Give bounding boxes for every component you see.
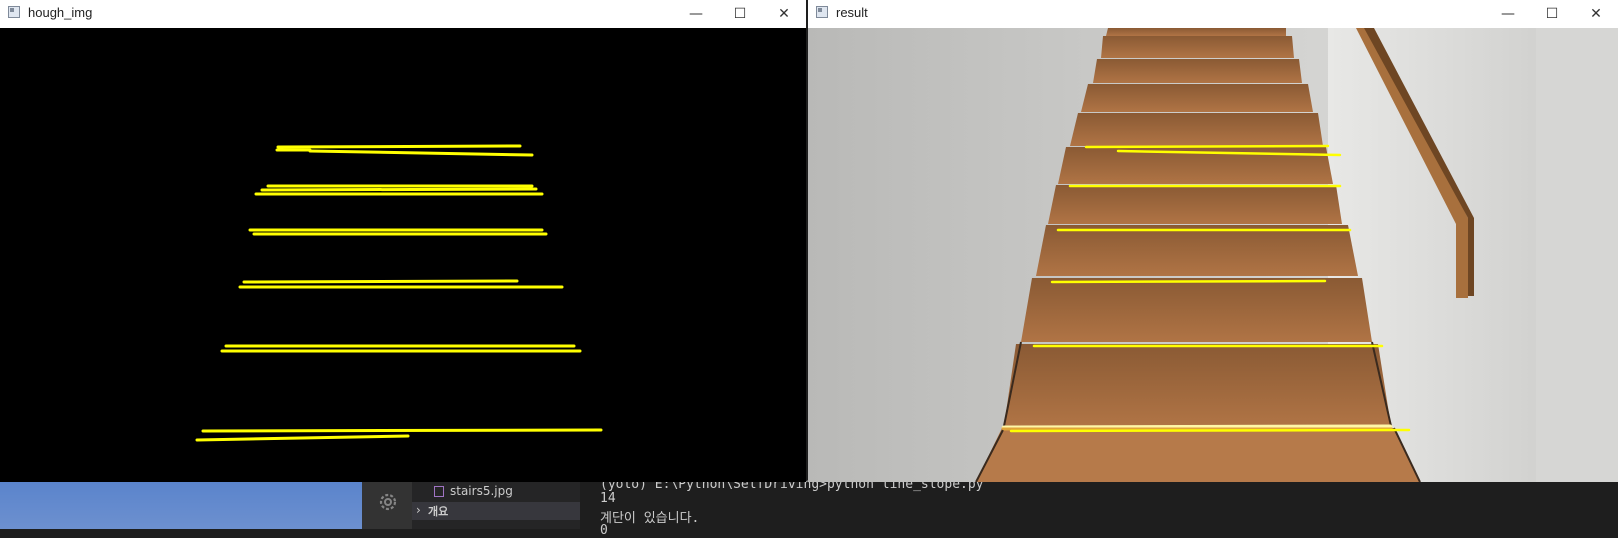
hough-image	[0, 28, 806, 482]
chevron-right-icon: ›	[416, 503, 421, 517]
image-file-icon	[434, 486, 444, 497]
minimize-button[interactable]: —	[674, 0, 718, 27]
activity-bar	[362, 482, 412, 529]
result-window[interactable]: result — ☐ ✕	[808, 0, 1618, 482]
outline-section-label: 개요	[428, 505, 449, 518]
hough-window[interactable]: hough_img — ☐ ✕	[0, 0, 806, 482]
explorer-section-outline[interactable]: › 개요	[412, 502, 580, 520]
terminal-line-cursor: 0	[600, 523, 608, 538]
result-window-title: result	[836, 5, 868, 20]
close-button[interactable]: ✕	[1574, 0, 1618, 27]
maximize-button[interactable]: ☐	[1530, 0, 1574, 27]
explorer-file-label: stairs5.jpg	[450, 484, 513, 498]
terminal-line-output-count: 14	[600, 491, 616, 506]
window-app-icon	[8, 6, 20, 18]
hough-window-title: hough_img	[28, 5, 93, 20]
minimize-button[interactable]: —	[1486, 0, 1530, 27]
gear-icon[interactable]	[376, 490, 400, 514]
desktop-wallpaper	[0, 482, 362, 529]
maximize-button[interactable]: ☐	[718, 0, 762, 27]
window-app-icon	[816, 6, 828, 18]
close-button[interactable]: ✕	[762, 0, 806, 27]
explorer-file-item[interactable]: stairs5.jpg	[412, 484, 580, 500]
result-titlebar[interactable]: result — ☐ ✕	[808, 0, 1618, 27]
terminal-line-output-message: 계단이 있습니다.	[600, 511, 700, 526]
result-image	[808, 28, 1618, 482]
hough-titlebar[interactable]: hough_img — ☐ ✕	[0, 0, 806, 27]
